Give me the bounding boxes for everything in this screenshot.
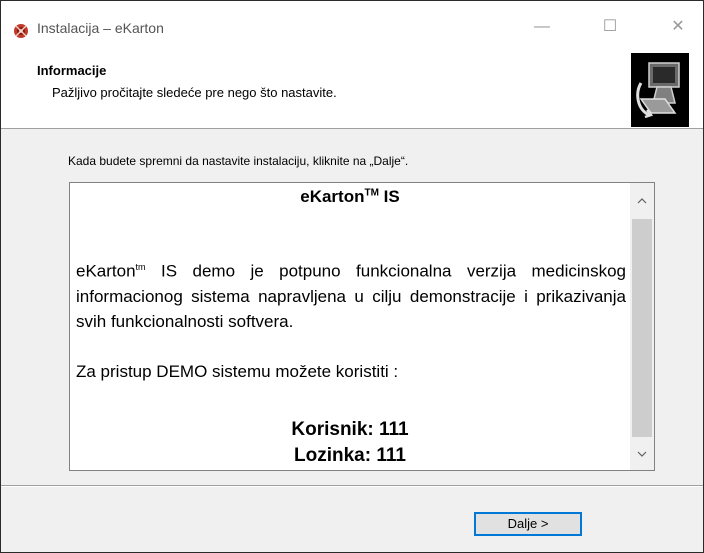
window-title: Instalacija – eKarton (37, 20, 164, 36)
installer-window: Instalacija – eKarton — ☐ ✕ Informacije … (0, 0, 704, 553)
info-para-rest: IS demo je potpuno funkcionalna verzija … (76, 261, 626, 331)
info-title-main: eKarton (300, 187, 365, 206)
info-text-content: eKartonTM IS eKartontm IS demo je potpun… (70, 183, 630, 470)
info-para-sup: tm (135, 262, 146, 272)
page-subtitle: Pažljivo pročitajte sledeće pre nego što… (52, 85, 337, 100)
info-para-name: eKarton (76, 261, 136, 281)
title-bar[interactable]: Instalacija – eKarton — ☐ ✕ (1, 1, 703, 43)
info-title-suffix: IS (378, 187, 400, 206)
info-text-box[interactable]: eKartonTM IS eKartontm IS demo je potpun… (69, 182, 655, 471)
close-button[interactable]: ✕ (655, 11, 701, 43)
minimize-button[interactable]: — (519, 11, 565, 43)
installer-computer-icon (631, 53, 689, 127)
scroll-up-button[interactable] (630, 183, 654, 217)
scroll-down-button[interactable] (630, 437, 654, 470)
next-button[interactable]: Dalje > (474, 512, 582, 536)
info-title: eKartonTM IS (70, 187, 630, 207)
footer-separator (1, 485, 703, 487)
chevron-down-icon (637, 451, 647, 457)
scroll-thumb[interactable] (632, 219, 652, 437)
info-access-line: Za pristup DEMO sistemu možete koristiti… (76, 362, 399, 381)
chevron-up-icon (637, 198, 647, 204)
page-title: Informacije (37, 63, 107, 78)
info-title-sup: TM (364, 187, 379, 199)
instruction-text: Kada budete spremni da nastavite instala… (68, 154, 409, 168)
wizard-header: Informacije Pažljivo pročitajte sledeće … (1, 43, 703, 129)
info-password-line: Lozinka: 111 (294, 445, 406, 466)
ekarton-app-icon (14, 24, 28, 38)
vertical-scrollbar[interactable] (630, 183, 654, 470)
info-paragraph: eKartontm IS demo je potpuno funkcionaln… (76, 255, 626, 334)
info-username-line: Korisnik: 111 (291, 419, 409, 440)
maximize-button[interactable]: ☐ (587, 11, 633, 43)
